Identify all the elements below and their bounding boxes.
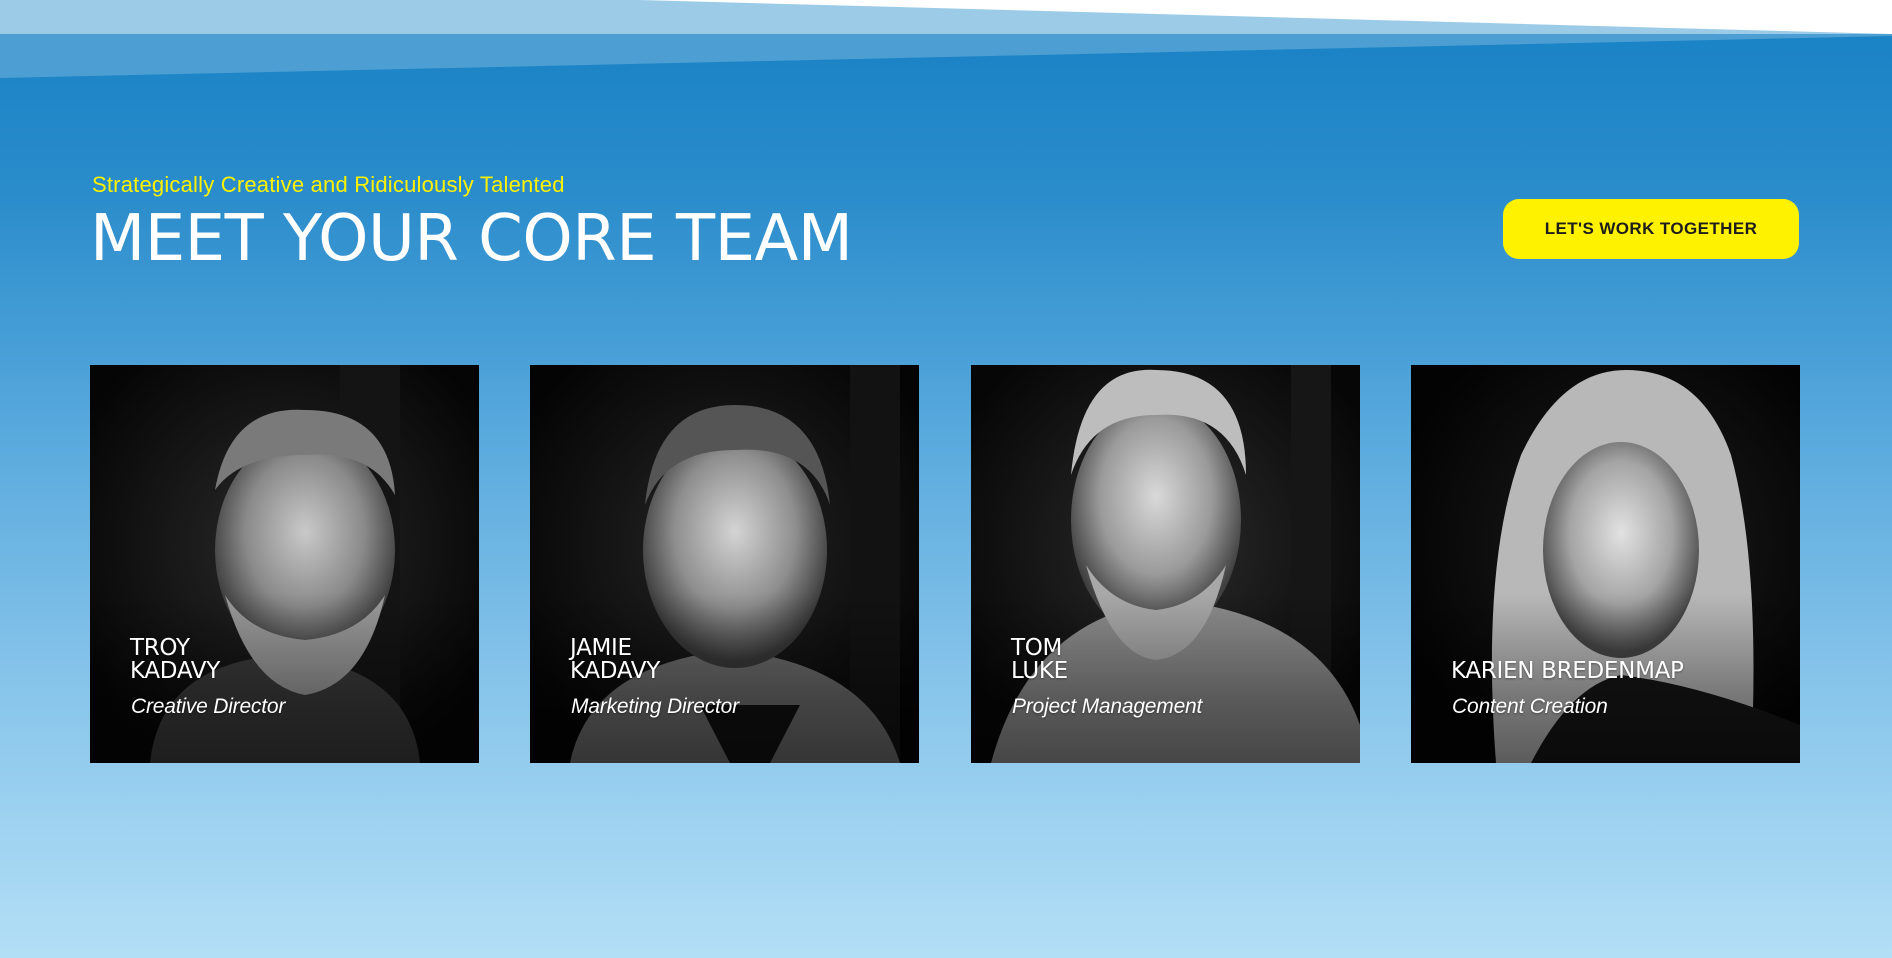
team-card-tom-luke[interactable]: TOM LUKE Project Management bbox=[971, 365, 1360, 763]
member-role: Content Creation bbox=[1452, 695, 1608, 718]
lets-work-together-button[interactable]: LET'S WORK TOGETHER bbox=[1503, 199, 1799, 259]
member-name: KARIEN BREDENMAP bbox=[1451, 658, 1684, 685]
member-name: TROY KADAVY bbox=[130, 634, 220, 685]
member-role: Marketing Director bbox=[571, 695, 739, 718]
member-name: JAMIE KADAVY bbox=[570, 634, 660, 685]
member-role: Creative Director bbox=[131, 695, 286, 718]
team-card-karien-bredenmap[interactable]: KARIEN BREDENMAP Content Creation bbox=[1411, 365, 1800, 763]
section-title: MEET YOUR CORE TEAM bbox=[90, 202, 853, 276]
member-role: Project Management bbox=[1012, 695, 1203, 718]
member-name: TOM LUKE bbox=[1011, 634, 1068, 685]
top-wave-decoration bbox=[0, 0, 1892, 78]
team-card-jamie-kadavy[interactable]: JAMIE KADAVY Marketing Director bbox=[530, 365, 919, 763]
team-grid: TROY KADAVY Creative Director JAMIE KADA… bbox=[90, 365, 1802, 763]
team-card-troy-kadavy[interactable]: TROY KADAVY Creative Director bbox=[90, 365, 479, 763]
section-eyebrow: Strategically Creative and Ridiculously … bbox=[92, 172, 565, 197]
